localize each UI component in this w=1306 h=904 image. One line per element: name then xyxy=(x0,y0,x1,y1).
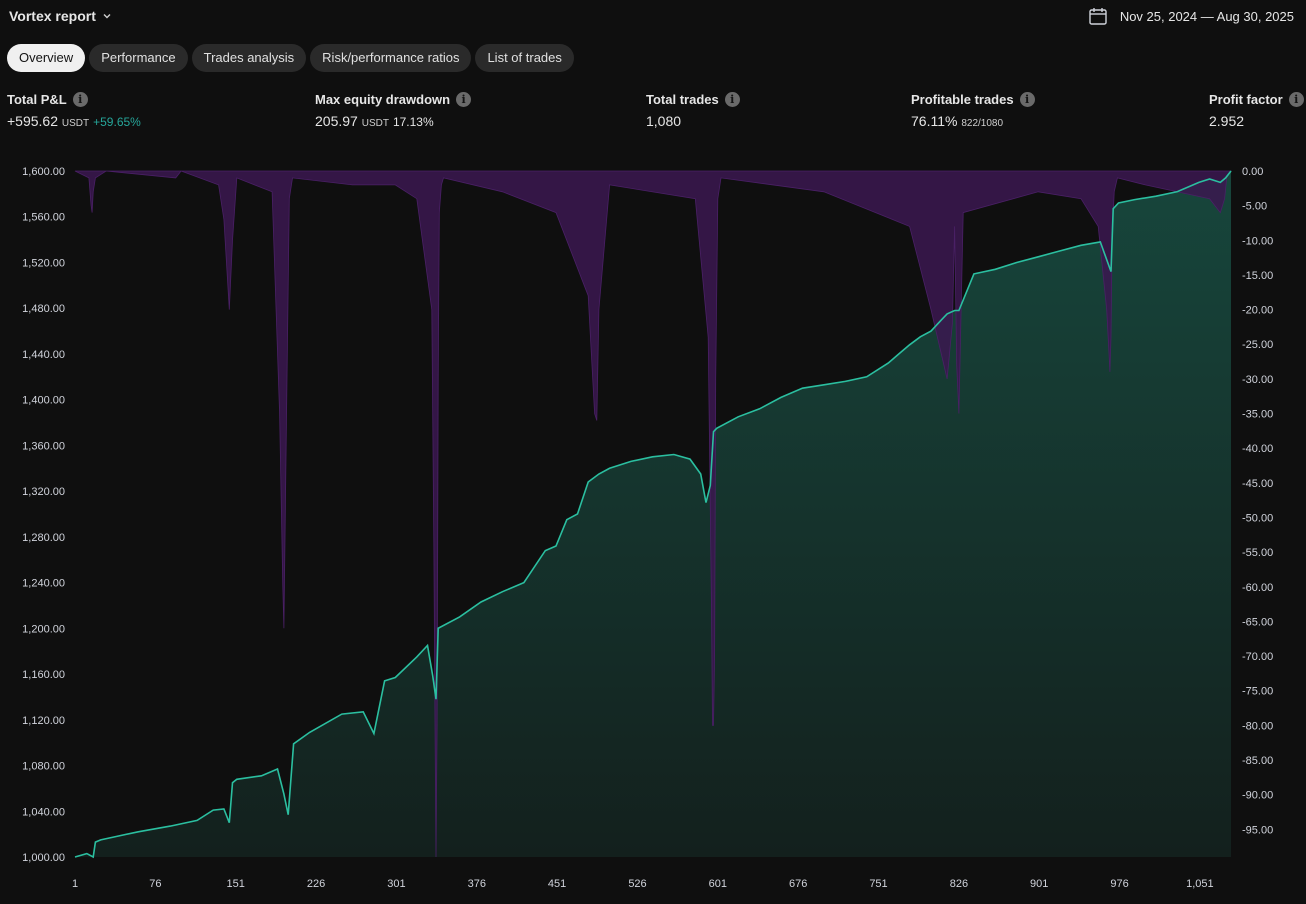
x-tick-label: 826 xyxy=(950,878,968,890)
x-tick-label: 1,051 xyxy=(1186,878,1214,890)
right-tick-label: -75.00 xyxy=(1242,686,1273,698)
info-icon[interactable]: i xyxy=(1288,92,1304,107)
left-tick-label: 1,560.00 xyxy=(22,212,65,224)
tab-performance[interactable]: Performance xyxy=(89,44,188,72)
left-tick-label: 1,320.00 xyxy=(22,486,65,498)
equity-drawdown-chart[interactable]: 1,000.00 1,040.00 1,080.00 1,120.00 1,160.00… xyxy=(0,150,1306,904)
x-tick-label: 301 xyxy=(387,878,405,890)
right-tick-label: -90.00 xyxy=(1242,790,1273,802)
right-tick-label: -35.00 xyxy=(1242,409,1273,421)
x-tick-label: 976 xyxy=(1110,878,1128,890)
info-icon[interactable]: i xyxy=(72,92,88,107)
left-tick-label: 1,240.00 xyxy=(22,578,65,590)
x-tick-label: 451 xyxy=(548,878,566,890)
date-range-selector[interactable]: Nov 25, 2024 — Aug 30, 2025 xyxy=(1088,5,1294,27)
x-tick-label: 901 xyxy=(1030,878,1048,890)
x-tick-label: 751 xyxy=(869,878,887,890)
right-tick-label: -5.00 xyxy=(1242,201,1267,213)
left-tick-label: 1,040.00 xyxy=(22,806,65,818)
x-tick-label: 151 xyxy=(227,878,245,890)
metric-label: Profit factor xyxy=(1209,92,1283,107)
right-tick-label: -25.00 xyxy=(1242,339,1273,351)
metric-max-drawdown: Max equity drawdown i 205.97 USDT 17.13% xyxy=(315,92,472,129)
metric-label: Max equity drawdown xyxy=(315,92,451,107)
metric-total-trades: Total trades i 1,080 xyxy=(646,92,740,129)
left-tick-label: 1,440.00 xyxy=(22,349,65,361)
right-tick-label: -50.00 xyxy=(1242,513,1273,525)
calendar-icon xyxy=(1089,8,1107,25)
tab-list-of-trades[interactable]: List of trades xyxy=(475,44,574,72)
info-icon[interactable]: i xyxy=(1019,92,1035,107)
x-tick-label: 526 xyxy=(628,878,646,890)
metric-total-pnl: Total P&L i +595.62 USDT +59.65% xyxy=(7,92,141,129)
left-tick-label: 1,600.00 xyxy=(22,166,65,178)
right-tick-label: 0.00 xyxy=(1242,166,1263,178)
metric-percent: 17.13% xyxy=(392,115,434,129)
equity-area xyxy=(75,171,1231,857)
metric-value: 205.97 xyxy=(315,113,358,129)
x-tick-label: 676 xyxy=(789,878,807,890)
left-tick-label: 1,400.00 xyxy=(22,395,65,407)
left-tick-label: 1,520.00 xyxy=(22,258,65,270)
tab-risk-performance-ratios[interactable]: Risk/performance ratios xyxy=(310,44,472,72)
left-tick-label: 1,480.00 xyxy=(22,303,65,315)
info-icon[interactable]: i xyxy=(456,92,472,107)
metric-value: 2.952 xyxy=(1209,113,1245,129)
left-tick-label: 1,160.00 xyxy=(22,669,65,681)
tab-trades-analysis[interactable]: Trades analysis xyxy=(191,44,307,72)
left-axis: 1,000.00 1,040.00 1,080.00 1,120.00 1,160.00… xyxy=(22,166,65,864)
right-tick-label: -40.00 xyxy=(1242,443,1273,455)
x-tick-label: 226 xyxy=(307,878,325,890)
info-icon[interactable]: i xyxy=(724,92,740,107)
right-tick-label: -45.00 xyxy=(1242,478,1273,490)
metric-label: Profitable trades xyxy=(911,92,1014,107)
x-tick-label: 601 xyxy=(709,878,727,890)
date-range-text: Nov 25, 2024 — Aug 30, 2025 xyxy=(1119,8,1294,24)
right-tick-label: -20.00 xyxy=(1242,305,1273,317)
left-tick-label: 1,360.00 xyxy=(22,440,65,452)
x-axis: 1 76 151 226 301 376 451 526 601 676 751 826 901 976 1… xyxy=(72,878,1214,890)
report-title: Vortex report xyxy=(9,8,96,24)
metric-value: 76.11% xyxy=(911,113,958,129)
metric-unit: USDT xyxy=(61,118,90,129)
metric-profit-factor: Profit factor i 2.952 xyxy=(1209,92,1304,129)
report-title-dropdown[interactable]: Vortex report xyxy=(9,8,112,24)
metric-percent: +59.65% xyxy=(93,115,141,129)
metric-value: 1,080 xyxy=(646,113,682,129)
report-header: Vortex report Nov 25, 2024 — Aug 30, 202… xyxy=(0,0,1306,34)
right-tick-label: -65.00 xyxy=(1242,616,1273,628)
metric-label: Total P&L xyxy=(7,92,67,107)
metric-unit: USDT xyxy=(361,118,389,129)
metric-value: +595.62 xyxy=(7,113,58,129)
left-tick-label: 1,200.00 xyxy=(22,623,65,635)
tab-overview[interactable]: Overview xyxy=(7,44,86,72)
left-tick-label: 1,000.00 xyxy=(22,852,65,864)
plot-area xyxy=(74,170,1232,859)
chevron-down-icon xyxy=(103,14,111,19)
x-tick-label: 376 xyxy=(468,878,486,890)
metric-label: Total trades xyxy=(646,92,719,107)
right-tick-label: -15.00 xyxy=(1242,270,1273,282)
metric-detail: 822/1080 xyxy=(961,118,1004,129)
left-tick-label: 1,120.00 xyxy=(22,715,65,727)
metric-profitable-trades: Profitable trades i 76.11% 822/1080 xyxy=(911,92,1035,129)
left-tick-label: 1,080.00 xyxy=(22,761,65,773)
right-axis: 0.00 -5.00 -10.00 -15.00 -20.00 -25.00 -30.00 -… xyxy=(1242,166,1273,836)
x-tick-label: 76 xyxy=(149,878,161,890)
right-tick-label: -60.00 xyxy=(1242,582,1273,594)
x-tick-label: 1 xyxy=(72,878,78,890)
right-tick-label: -10.00 xyxy=(1242,235,1273,247)
right-tick-label: -30.00 xyxy=(1242,374,1273,386)
right-tick-label: -80.00 xyxy=(1242,720,1273,732)
right-tick-label: -95.00 xyxy=(1242,824,1273,836)
report-tabs: Overview Performance Trades analysis Ris… xyxy=(7,44,574,72)
right-tick-label: -85.00 xyxy=(1242,755,1273,767)
right-tick-label: -70.00 xyxy=(1242,651,1273,663)
left-tick-label: 1,280.00 xyxy=(22,532,65,544)
right-tick-label: -55.00 xyxy=(1242,547,1273,559)
